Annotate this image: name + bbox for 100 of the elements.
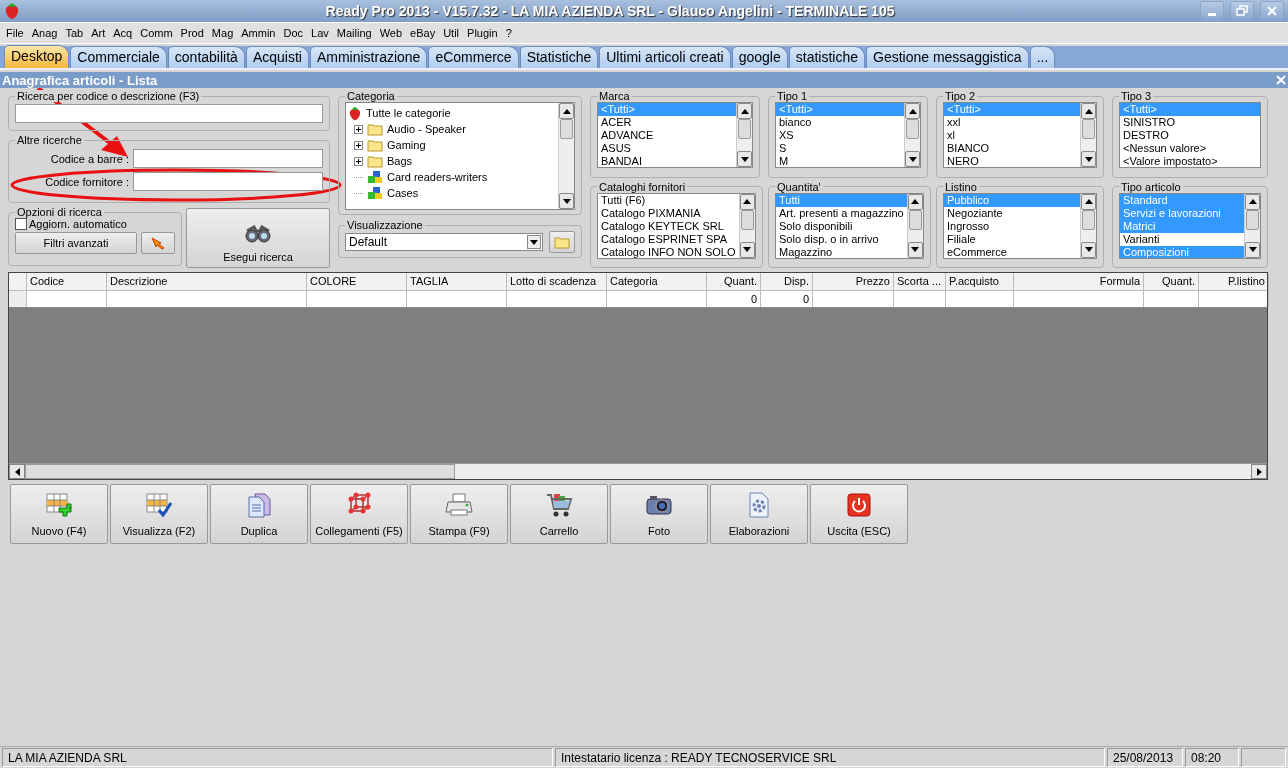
list-box[interactable]: Pubblico Negoziante Ingrosso Filiale eCommerce	[943, 192, 1097, 259]
scroll-bar[interactable]	[1244, 193, 1260, 258]
list-box[interactable]: Tutti (F6) Catalogo PIXMANIA Catalogo KEYTECK SRL Catalogo ESPRINET SPA Catalogo INFO NON SOLO	[597, 192, 756, 259]
menu-item[interactable]: Anag	[27, 27, 62, 39]
list-item[interactable]: BIANCO	[944, 142, 1080, 155]
list-item[interactable]: Varianti	[1120, 232, 1244, 246]
column-header[interactable]: Quant.	[1144, 273, 1199, 290]
input-field[interactable]	[133, 149, 323, 169]
checkbox[interactable]	[15, 218, 27, 230]
column-header[interactable]: Quant.	[707, 273, 761, 290]
column-header[interactable]: Disp.	[761, 273, 813, 290]
list-item[interactable]: xxl	[944, 116, 1080, 129]
list-item[interactable]: xl	[944, 129, 1080, 142]
category-tree[interactable]: Tutte le categorie Audio - Speaker Gaming Bags Card readers-writers Cases	[345, 102, 575, 210]
column-header[interactable]: Descrizione	[107, 273, 307, 290]
input-field[interactable]	[133, 172, 323, 192]
toolbar-button[interactable]: Visualizza (F2)	[110, 484, 208, 544]
list-box[interactable]: <Tutti> ACER ADVANCE ASUS BANDAI	[597, 102, 753, 168]
menu-item[interactable]: Prod	[176, 27, 208, 39]
toolbar-button[interactable]: Foto	[610, 484, 708, 544]
toolbar-button[interactable]: Carrello	[510, 484, 608, 544]
list-item[interactable]: Art. presenti a magazzino	[776, 206, 907, 220]
tree-item[interactable]: Card readers-writers	[387, 171, 488, 183]
menu-item[interactable]: Doc	[279, 27, 308, 39]
column-header[interactable]: Categoria	[607, 273, 707, 290]
scroll-bar[interactable]	[736, 103, 752, 167]
list-item[interactable]: Catalogo INFO NON SOLO	[598, 245, 739, 258]
search-button[interactable]: Esegui ricerca	[186, 208, 330, 268]
list-item[interactable]: ADVANCE	[598, 129, 736, 142]
column-header[interactable]: Prezzo	[813, 273, 894, 290]
column-header[interactable]: Codice	[27, 273, 107, 290]
filters-button[interactable]: Filtri avanzati	[15, 232, 137, 254]
tree-item[interactable]: Gaming	[387, 139, 426, 151]
column-header[interactable]: TAGLIA	[407, 273, 507, 290]
list-item[interactable]: Solo disp. o in arrivo	[776, 232, 907, 246]
toolbar-button[interactable]: Duplica	[210, 484, 308, 544]
column-header[interactable]: P.acquisto	[946, 273, 1014, 290]
view-dropdown[interactable]: Default	[345, 233, 543, 251]
column-header[interactable]: Lotto di scadenza	[507, 273, 607, 290]
list-item[interactable]: S	[776, 142, 904, 155]
table-row[interactable]: 0 0	[9, 291, 1267, 308]
tab[interactable]: Ultimi articoli creati	[599, 46, 731, 68]
list-item[interactable]: DESTRO	[1120, 129, 1260, 142]
arrow-button[interactable]	[141, 232, 175, 254]
menu-item[interactable]: Acq	[109, 27, 137, 39]
list-item[interactable]: XS	[776, 129, 904, 142]
tab[interactable]: ...	[1029, 46, 1056, 68]
menu-item[interactable]: Plugin	[463, 27, 502, 39]
menu-item[interactable]: Art	[87, 27, 110, 39]
tree-item[interactable]: Audio - Speaker	[387, 123, 466, 135]
tab[interactable]: Gestione messaggistica	[866, 46, 1029, 68]
tab[interactable]: Amministrazione	[309, 46, 428, 68]
list-item[interactable]: <Nessun valore>	[1120, 142, 1260, 155]
scroll-bar[interactable]	[1080, 193, 1096, 258]
menu-item[interactable]: Mailing	[332, 27, 376, 39]
tab[interactable]: google	[731, 46, 788, 68]
column-header[interactable]: Scorta ...	[894, 273, 946, 290]
scroll-bar[interactable]	[9, 463, 1267, 479]
list-item[interactable]: Catalogo PIXMANIA	[598, 206, 739, 220]
list-item[interactable]: Magazzino	[776, 245, 907, 258]
toolbar-button[interactable]: Nuovo (F4)	[10, 484, 108, 544]
list-item[interactable]: Solo disponibili	[776, 219, 907, 233]
menu-item[interactable]: Lav	[307, 27, 333, 39]
list-box[interactable]: <Tutti> SINISTRO DESTRO <Nessun valore> <Valore impostato>	[1119, 102, 1261, 168]
list-item[interactable]: NERO	[944, 155, 1080, 167]
list-box[interactable]: <Tutti> xxl xl BIANCO NERO	[943, 102, 1097, 168]
list-box[interactable]: <Tutti> bianco XS S M	[775, 102, 921, 168]
menu-item[interactable]: Util	[439, 27, 464, 39]
tree-item[interactable]: Bags	[387, 155, 413, 167]
column-header[interactable]: COLORE	[307, 273, 407, 290]
tab[interactable]: Acquisti	[245, 46, 309, 68]
list-item[interactable]: eCommerce	[944, 245, 1080, 258]
list-box[interactable]: Tutti Art. presenti a magazzino Solo disponibili Solo disp. o in arrivo Magazzino	[775, 192, 924, 259]
toolbar-button[interactable]: Elaborazioni	[710, 484, 808, 544]
list-item[interactable]: <Valore impostato>	[1120, 155, 1260, 167]
scroll-bar[interactable]	[558, 103, 574, 209]
tab[interactable]: Statistiche	[519, 46, 599, 68]
scroll-bar[interactable]	[904, 103, 920, 167]
list-item[interactable]: Catalogo ESPRINET SPA	[598, 232, 739, 246]
column-header[interactable]: Formula	[1014, 273, 1144, 290]
list-item[interactable]: Negoziante	[944, 206, 1080, 220]
list-item[interactable]: ACER	[598, 116, 736, 129]
tab[interactable]: contabilità	[167, 46, 245, 68]
list-item[interactable]: M	[776, 155, 904, 167]
tab[interactable]: Desktop	[4, 45, 70, 68]
list-item[interactable]: Tutti (F6)	[598, 193, 739, 207]
toolbar-button[interactable]: Stampa (F9)	[410, 484, 508, 544]
menu-item[interactable]: Comm	[136, 27, 177, 39]
scroll-bar[interactable]	[1080, 103, 1096, 167]
close-button[interactable]	[1260, 1, 1284, 21]
tab[interactable]: statistiche	[788, 46, 865, 68]
menu-item[interactable]: ?	[501, 27, 516, 39]
menu-item[interactable]: Web	[375, 27, 407, 39]
list-item[interactable]: SINISTRO	[1120, 116, 1260, 129]
menu-item[interactable]: eBay	[406, 27, 440, 39]
close-icon[interactable]	[1276, 75, 1286, 85]
tree-item[interactable]: Cases	[387, 187, 419, 199]
toolbar-button[interactable]: Collegamenti (F5)	[310, 484, 408, 544]
tab[interactable]: Commerciale	[70, 46, 167, 68]
tree-item[interactable]: Tutte le categorie	[366, 107, 451, 119]
